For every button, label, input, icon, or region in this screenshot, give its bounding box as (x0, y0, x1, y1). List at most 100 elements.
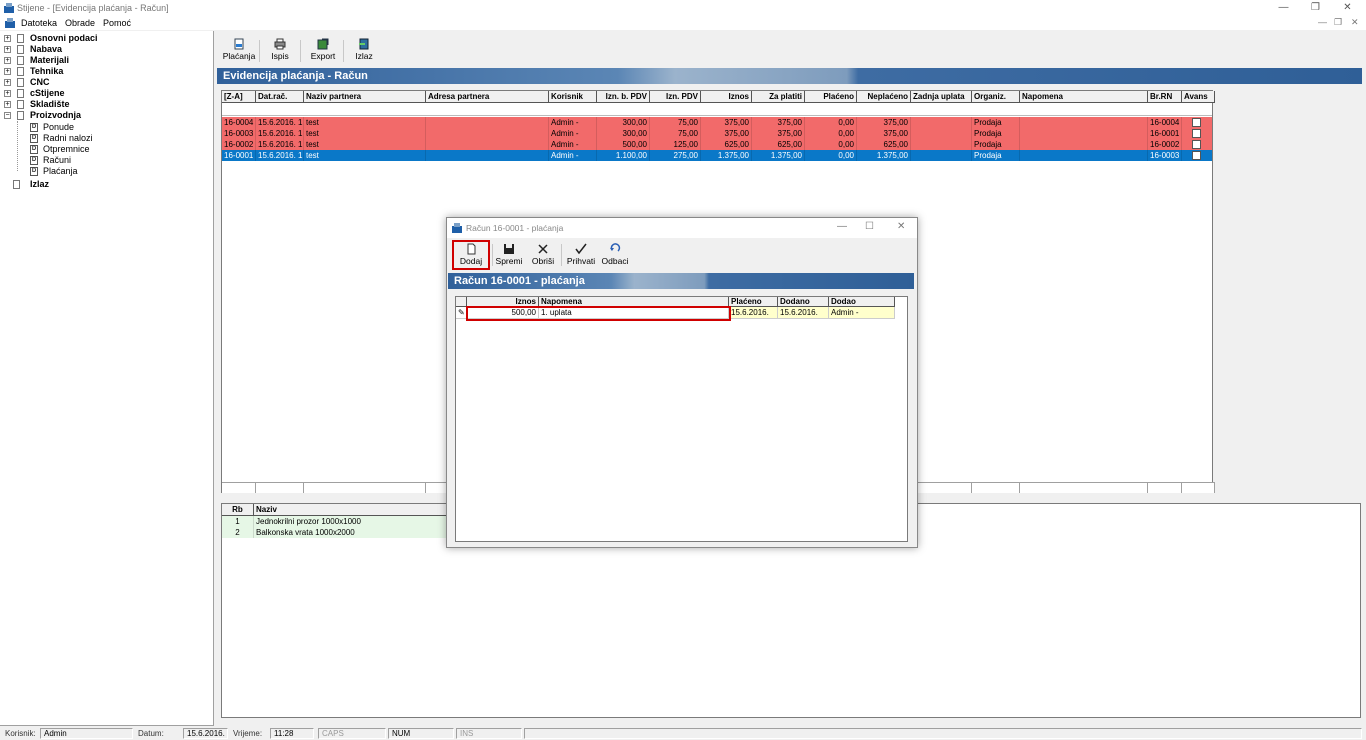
col-za-platiti[interactable]: Za platiti (752, 91, 805, 103)
grid-footer-cell (1182, 482, 1215, 493)
expand-icon[interactable]: + (4, 101, 11, 108)
folder-icon (17, 67, 24, 76)
obrisi-label: Obriši (531, 256, 555, 266)
mdi-minimize-icon[interactable]: — (1318, 17, 1327, 27)
cell-neplaceno: 1.375,00 (857, 150, 911, 161)
tree-label: Skladište (30, 99, 70, 109)
cell-dat-rac: 15.6.2016. 1( (258, 128, 304, 139)
mdi-restore-icon[interactable]: ❐ (1334, 17, 1342, 28)
spremi-button[interactable]: Spremi (495, 243, 523, 269)
grid-footer-cell (911, 482, 972, 493)
cell-za-platiti: 375,00 (752, 117, 805, 128)
expand-icon[interactable]: + (4, 90, 11, 97)
col-dodao[interactable]: Dodao (829, 297, 895, 307)
table-row[interactable]: 16-0004 15.6.2016. 1 test Admin -300,00 75,0… (222, 117, 1212, 128)
cell-napomena (1020, 150, 1148, 161)
expand-icon[interactable]: + (4, 79, 11, 86)
grid-footer-cell (256, 482, 304, 493)
expand-icon[interactable]: + (4, 57, 11, 64)
col-z-a[interactable]: [Z-A] (222, 91, 256, 103)
col-dodano[interactable]: Dodano (778, 297, 829, 307)
datum-label: Datum: (138, 729, 164, 738)
avans-checkbox[interactable] (1192, 129, 1201, 138)
col-dat-rac[interactable]: Dat.rač. (256, 91, 304, 103)
odbaci-button[interactable]: Odbaci (600, 243, 630, 269)
expand-icon[interactable]: + (4, 35, 11, 42)
col-naziv-partnera[interactable]: Naziv partnera (304, 91, 426, 103)
ispis-label: Ispis (271, 51, 289, 61)
menu-datoteka[interactable]: Datoteka (21, 18, 57, 28)
table-row[interactable]: 1 Jednokrilni prozor 1000x1000 (222, 516, 450, 527)
payments-dialog: Račun 16-0001 - plaćanja — ☐ ✕ Dodaj Spr… (446, 217, 918, 548)
expand-icon[interactable]: + (4, 68, 11, 75)
placanja-button[interactable]: Plaćanja (222, 38, 256, 64)
avans-checkbox[interactable] (1192, 118, 1201, 127)
avans-checkbox[interactable] (1192, 140, 1201, 149)
expand-icon[interactable]: + (4, 46, 11, 53)
col-iznos[interactable]: Iznos (701, 91, 752, 103)
items-col-rb[interactable]: Rb (222, 504, 254, 516)
collapse-icon[interactable]: − (4, 112, 11, 119)
cell-naziv-partnera: test (304, 128, 426, 139)
grid-footer-cell (304, 482, 426, 493)
close-button[interactable]: ✕ (1334, 0, 1361, 16)
col-korisnik[interactable]: Korisnik (549, 91, 597, 103)
toolbar-separator (300, 40, 301, 62)
tree-label: Računi (43, 155, 72, 165)
tree-label: Tehnika (30, 66, 64, 76)
menu-obrade[interactable]: Obrade (65, 18, 95, 28)
highlight-dodaj (452, 240, 490, 270)
col-zadnja-uplata[interactable]: Zadnja uplata (911, 91, 972, 103)
cell-adresa-partnera (426, 150, 549, 161)
folder-icon (17, 45, 24, 54)
table-row[interactable]: 16-0003 15.6.2016. 1(test Admin -300,00 75,… (222, 128, 1212, 139)
col-organiz[interactable]: Organiz. (972, 91, 1020, 103)
cell-adresa-partnera (426, 139, 549, 150)
cell-naziv-partnera: test (304, 117, 426, 128)
mdi-close-icon[interactable]: ✕ (1351, 17, 1359, 28)
cell-iznos: 375,00 (701, 128, 752, 139)
window-title: Stijene - [Evidencija plaćanja - Račun] (17, 3, 169, 13)
cell-organiz: Prodaja (972, 128, 1020, 139)
restore-button[interactable]: ❐ (1302, 0, 1329, 16)
table-row-selected[interactable]: 16-0001 15.6.2016. 1(test Admin -1.100,00 2… (222, 150, 1212, 161)
col-avans[interactable]: Avans (1182, 91, 1215, 103)
export-button[interactable]: Export (307, 38, 339, 64)
col-napomena[interactable]: Napomena (1020, 91, 1148, 103)
col-placeno[interactable]: Plaćeno (729, 297, 778, 307)
dialog-maximize-icon[interactable]: ☐ (865, 221, 874, 232)
cell-dodano[interactable]: 15.6.2016. (778, 307, 829, 319)
tree-label: Plaćanja (43, 166, 78, 176)
toolbar-separator (561, 244, 562, 266)
page-icon: D (30, 134, 38, 143)
col-placeno[interactable]: Plaćeno (805, 91, 857, 103)
prihvati-button[interactable]: Prihvati (565, 243, 597, 269)
dialog-close-icon[interactable]: ✕ (897, 221, 905, 232)
dialog-minimize-icon[interactable]: — (837, 221, 847, 232)
items-col-naziv[interactable]: Naziv (254, 504, 450, 516)
cell-z-a: 16-0002 (222, 139, 256, 150)
menu-pomoc[interactable]: Pomoć (103, 18, 131, 28)
table-row[interactable]: 2 Balkonska vrata 1000x2000 (222, 527, 450, 538)
col-br-rn[interactable]: Br.RN (1148, 91, 1182, 103)
ispis-button[interactable]: Ispis (266, 38, 294, 64)
exit-icon (13, 180, 20, 189)
col-adresa-partnera[interactable]: Adresa partnera (426, 91, 549, 103)
cell-dodao[interactable]: Admin - (829, 307, 895, 319)
grid-filter-row[interactable] (222, 103, 1212, 116)
col-neplaceno[interactable]: Neplaćeno (857, 91, 911, 103)
obrisi-button[interactable]: Obriši (529, 243, 557, 269)
cell-za-platiti: 375,00 (752, 128, 805, 139)
cell-adresa-partnera (426, 128, 549, 139)
cell-zadnja-uplata (911, 139, 972, 150)
toolbar-separator (343, 40, 344, 62)
status-bar: Korisnik: Admin Datum: 15.6.2016. Vrijem… (0, 727, 1366, 740)
minimize-button[interactable]: — (1270, 0, 1297, 16)
cell-placeno[interactable]: 15.6.2016. (729, 307, 778, 319)
cell-z-a: 16-0004 (222, 117, 256, 128)
izlaz-button[interactable]: Izlaz (350, 38, 378, 64)
col-izn-b-pdv[interactable]: Izn. b. PDV (597, 91, 650, 103)
col-izn-pdv[interactable]: Izn. PDV (650, 91, 701, 103)
table-row[interactable]: 16-0002 15.6.2016. 1(test Admin -500,00 125… (222, 139, 1212, 150)
avans-checkbox[interactable] (1192, 151, 1201, 160)
